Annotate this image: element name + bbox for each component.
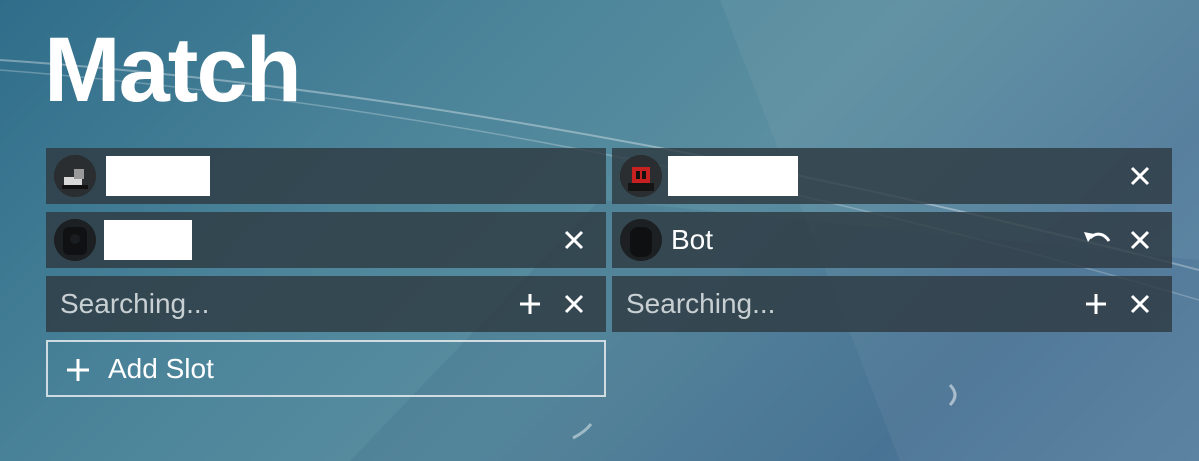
remove-slot-button[interactable]: [1126, 226, 1154, 254]
add-slot-button[interactable]: Add Slot: [46, 340, 606, 397]
remove-slot-button[interactable]: [1126, 290, 1154, 318]
remove-slot-button[interactable]: [560, 290, 588, 318]
add-player-button[interactable]: [516, 290, 544, 318]
slot-left-3[interactable]: Searching...: [46, 276, 606, 332]
slot-left-2[interactable]: [46, 212, 606, 268]
searching-status: Searching...: [60, 288, 210, 319]
close-icon: [1130, 166, 1150, 186]
bot-avatar-icon: [620, 219, 662, 261]
player-avatar-icon: [54, 155, 96, 197]
bot-name: Bot: [671, 224, 714, 255]
slot-right-1[interactable]: [612, 148, 1172, 204]
plus-icon: [520, 294, 540, 314]
plus-icon: [64, 356, 92, 389]
player-name-redacted: [104, 220, 192, 260]
add-slot-label: Add Slot: [108, 353, 214, 384]
slot-right-3[interactable]: Searching...: [612, 276, 1172, 332]
remove-slot-button[interactable]: [1126, 162, 1154, 190]
undo-icon: [1084, 232, 1111, 242]
player-avatar-icon: [54, 219, 96, 261]
remove-slot-button[interactable]: [560, 226, 588, 254]
plus-icon: [1086, 294, 1106, 314]
slot-right-2[interactable]: Bot: [612, 212, 1172, 268]
page-title: Match: [44, 19, 302, 121]
close-icon: [564, 230, 584, 250]
undo-bot-button[interactable]: [1082, 226, 1111, 254]
searching-status: Searching...: [626, 288, 776, 319]
player-name-redacted: [668, 156, 798, 196]
close-icon: [1130, 294, 1150, 314]
close-icon: [1130, 230, 1150, 250]
add-player-button[interactable]: [1082, 290, 1110, 318]
close-icon: [564, 294, 584, 314]
player-avatar-icon: [620, 155, 662, 197]
slot-left-1[interactable]: [46, 148, 606, 204]
player-name-redacted: [106, 156, 210, 196]
